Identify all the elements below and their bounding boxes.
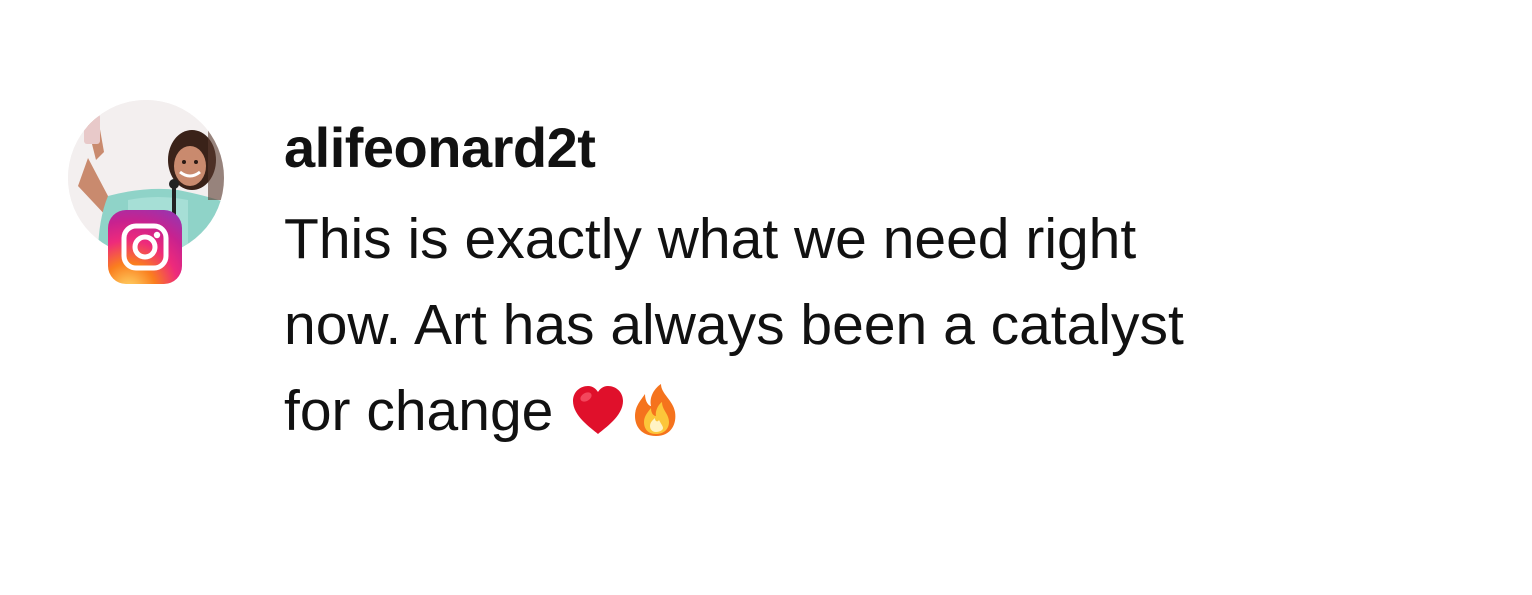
comment-text-line: This is exactly what we need right (284, 207, 1137, 271)
avatar-container[interactable] (68, 100, 224, 286)
red-heart-icon (569, 382, 627, 440)
username[interactable]: alifeonard2t (284, 116, 596, 180)
comment-text: This is exactly what we need right now. … (284, 196, 1464, 454)
comment-text-line: now. Art has always been a catalyst (284, 293, 1184, 357)
comment-text-line: for change (284, 379, 554, 443)
instagram-icon (108, 210, 182, 284)
fire-icon (627, 382, 685, 440)
comment-card: alifeonard2t This is exactly what we nee… (0, 0, 1532, 595)
comment-text-last-line: for change (284, 368, 1464, 454)
